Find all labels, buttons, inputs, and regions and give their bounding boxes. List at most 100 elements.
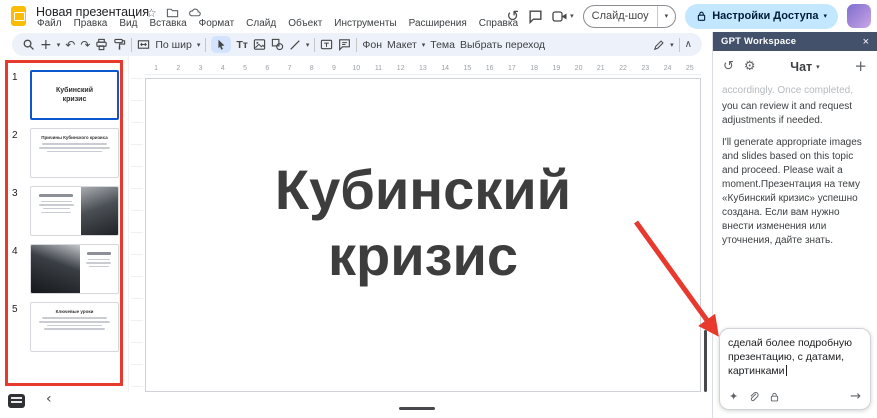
- attach-icon[interactable]: [748, 391, 759, 403]
- toolbar-divider: [205, 38, 206, 52]
- share-button[interactable]: Настройки Доступа ▾: [685, 4, 838, 29]
- insert-line-icon[interactable]: [289, 39, 301, 51]
- version-history-icon[interactable]: ↺: [507, 9, 520, 24]
- slide-thumbnail-1[interactable]: Кубинский кризис: [30, 70, 119, 120]
- app-window: Новая презентация ☆ ФайлПравкаВидВставка…: [0, 0, 877, 418]
- undo-icon[interactable]: ↶: [65, 39, 75, 51]
- menu-item[interactable]: Вид: [116, 17, 140, 30]
- text-box-tool[interactable]: Тт: [236, 39, 248, 51]
- transition-button[interactable]: Выбрать переход: [460, 39, 545, 51]
- toolbar-divider: [314, 38, 315, 52]
- chat-tab-caret-icon: ▾: [816, 63, 820, 71]
- theme-button[interactable]: Тема: [430, 39, 455, 51]
- ruler-number: 18: [523, 65, 545, 74]
- zoom-fit-label[interactable]: По шир: [155, 39, 191, 51]
- slide-number: 5: [12, 304, 18, 315]
- toolbar-divider: [679, 38, 680, 52]
- menu-item[interactable]: Файл: [34, 17, 65, 30]
- menu-item[interactable]: Вставка: [146, 17, 189, 30]
- chevron-left-icon[interactable]: ‹: [46, 392, 52, 406]
- camera-caret-icon[interactable]: ▾: [570, 12, 574, 20]
- ruler-number: 24: [656, 65, 678, 74]
- ruler-number: 21: [590, 65, 612, 74]
- slideshow-caret-icon[interactable]: ▾: [658, 12, 676, 20]
- thumbnail-text-placeholder: [31, 187, 81, 235]
- ruler-number: 23: [634, 65, 656, 74]
- background-button[interactable]: Фон: [362, 39, 382, 51]
- insert-textbox-icon[interactable]: [320, 38, 333, 51]
- send-icon[interactable]: →: [850, 390, 861, 403]
- slide-thumbnail-2[interactable]: Причины Кубинского кризиса: [30, 128, 119, 178]
- titlebar-actions: ↺ ▾ Слайд-шоу ▾ Настройки Доступа ▾: [507, 2, 871, 30]
- vertical-ruler: [131, 78, 143, 392]
- thumbnail-text-placeholder: [31, 317, 118, 330]
- paint-format-icon[interactable]: [113, 38, 126, 51]
- new-slide-button[interactable]: +: [40, 38, 52, 52]
- insert-image-icon[interactable]: [253, 38, 266, 51]
- ruler-number: 17: [501, 65, 523, 74]
- insert-shape-icon[interactable]: [271, 38, 284, 51]
- ruler-number: 9: [323, 65, 345, 74]
- slideshow-button[interactable]: Слайд-шоу ▾: [583, 5, 677, 28]
- ruler-number: 1: [145, 65, 167, 74]
- redo-icon[interactable]: ↷: [80, 39, 90, 51]
- slide-number: 4: [12, 246, 18, 257]
- filmstrip-separator: [128, 56, 129, 392]
- magic-wand-icon[interactable]: ✦: [729, 391, 738, 402]
- new-chat-icon[interactable]: +: [854, 59, 867, 74]
- thumbnail-title: Ключевые уроки: [37, 309, 112, 314]
- menu-item[interactable]: Формат: [196, 17, 238, 30]
- share-caret-icon[interactable]: ▾: [823, 12, 827, 20]
- menu-item[interactable]: Объект: [285, 17, 325, 30]
- privacy-lock-icon[interactable]: [769, 391, 780, 403]
- slide-canvas[interactable]: Кубинский кризис: [145, 78, 701, 392]
- comment-icon[interactable]: [528, 9, 543, 24]
- insert-comment-icon[interactable]: [338, 38, 351, 51]
- fit-width-icon[interactable]: [137, 38, 150, 51]
- chat-tab-label: Чат: [790, 60, 812, 74]
- meet-camera-icon[interactable]: ▾: [552, 10, 574, 23]
- select-tool-button[interactable]: [211, 36, 231, 53]
- filmstrip-toggle-icon[interactable]: [8, 394, 25, 408]
- menu-item[interactable]: Правка: [71, 17, 111, 30]
- menu-item[interactable]: Инструменты: [331, 17, 399, 30]
- laser-caret-icon[interactable]: ▾: [670, 41, 674, 49]
- gear-icon[interactable]: ⚙: [744, 60, 756, 73]
- close-icon[interactable]: ×: [863, 36, 869, 48]
- ruler-number: 5: [234, 65, 256, 74]
- horizontal-scrollbar[interactable]: [399, 407, 435, 410]
- slide-thumbnail-4[interactable]: [30, 244, 119, 294]
- line-caret-icon[interactable]: ▾: [306, 41, 310, 49]
- new-slide-caret-icon[interactable]: ▾: [57, 41, 61, 49]
- collapse-toolbar-icon[interactable]: ∧: [685, 40, 692, 50]
- thumbnail-title: Кубинский кризис: [32, 72, 117, 118]
- chat-history-icon[interactable]: ↺: [723, 60, 734, 73]
- ruler-number: 13: [412, 65, 434, 74]
- search-icon[interactable]: [22, 38, 35, 51]
- text-cursor: [786, 365, 787, 376]
- thumbnail-text-placeholder: [80, 245, 118, 293]
- ruler-number: 12: [390, 65, 412, 74]
- layout-caret-icon[interactable]: ▾: [422, 41, 426, 49]
- zoom-fit-caret-icon[interactable]: ▾: [197, 41, 201, 49]
- chat-input[interactable]: сделай более подробную презентацию, с да…: [719, 328, 871, 410]
- avatar[interactable]: [847, 4, 871, 28]
- gpt-panel-title: GPT Workspace: [721, 36, 796, 47]
- menu-item[interactable]: Слайд: [243, 17, 279, 30]
- gpt-panel-header: GPT Workspace ×: [713, 32, 877, 51]
- ruler-number: 6: [256, 65, 278, 74]
- layout-button[interactable]: Макет: [387, 39, 417, 51]
- laser-pointer-icon[interactable]: [653, 39, 665, 51]
- slide-number: 3: [12, 188, 18, 199]
- chat-tab[interactable]: Чат ▾: [790, 60, 819, 74]
- slide-thumbnail-5[interactable]: Ключевые уроки: [30, 302, 119, 352]
- slide-thumbnail-3[interactable]: [30, 186, 119, 236]
- horizontal-ruler: 1234567891011121314151617181920212223242…: [145, 60, 701, 75]
- slide-title-text[interactable]: Кубинский кризис: [208, 157, 638, 289]
- vertical-scrollbar[interactable]: [704, 330, 707, 392]
- menu-item[interactable]: Расширения: [406, 17, 470, 30]
- slides-logo-icon[interactable]: [11, 6, 26, 26]
- ruler-number: 7: [278, 65, 300, 74]
- share-label: Настройки Доступа: [712, 10, 818, 22]
- print-icon[interactable]: [95, 38, 108, 51]
